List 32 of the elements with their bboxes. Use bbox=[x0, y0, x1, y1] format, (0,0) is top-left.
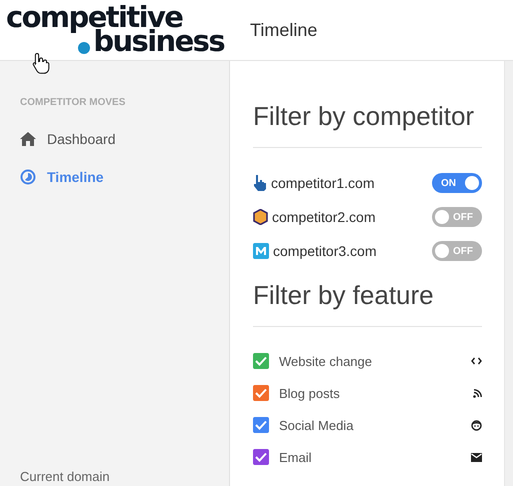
section-label: COMPETITOR MOVES bbox=[20, 97, 126, 108]
face-icon bbox=[471, 420, 482, 430]
clock-icon bbox=[20, 169, 36, 185]
section-label: Current domain bbox=[20, 469, 110, 484]
pointer-hand-icon bbox=[253, 175, 267, 191]
competitor-label: competitor1.com bbox=[271, 175, 376, 191]
checkbox[interactable] bbox=[253, 417, 269, 433]
mail-icon bbox=[471, 452, 482, 462]
nav-item[interactable]: Timeline bbox=[20, 158, 110, 196]
hexagon-icon bbox=[253, 209, 268, 225]
page-title: Timeline bbox=[250, 20, 318, 40]
toggle-switch[interactable]: OFF bbox=[432, 241, 482, 261]
toggle-switch[interactable]: ON bbox=[432, 173, 482, 193]
checkbox[interactable] bbox=[253, 449, 269, 465]
feature-label: Social Media bbox=[279, 418, 354, 432]
toggle-switch[interactable]: OFF bbox=[432, 207, 482, 227]
m-logo-icon bbox=[253, 243, 269, 259]
checkbox[interactable] bbox=[253, 385, 269, 401]
competitor-label: competitor3.com bbox=[273, 243, 378, 259]
section-heading: Filter by feature bbox=[253, 279, 435, 312]
checkbox[interactable] bbox=[253, 353, 269, 369]
competitor-label: competitor2.com bbox=[272, 209, 376, 225]
scrollbar-track[interactable] bbox=[504, 61, 513, 486]
feature-label: Website change bbox=[279, 354, 373, 368]
code-icon bbox=[471, 357, 482, 365]
rss-icon bbox=[473, 388, 482, 398]
logo-dot-icon bbox=[78, 42, 90, 54]
nav-item[interactable]: Dashboard bbox=[20, 120, 122, 158]
home-icon bbox=[20, 132, 36, 146]
feature-label: Blog posts bbox=[279, 386, 341, 400]
section-heading: Filter by competitor bbox=[253, 100, 476, 133]
feature-label: Email bbox=[279, 450, 313, 464]
